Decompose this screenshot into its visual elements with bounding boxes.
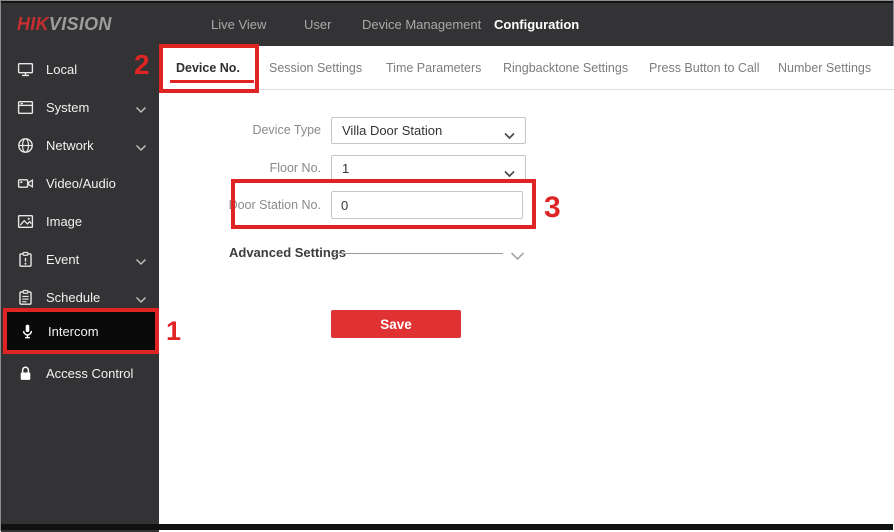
tab-time-parameters[interactable]: Time Parameters (386, 46, 481, 89)
door-station-no-input[interactable] (331, 191, 523, 219)
sidebar-item-label: Event (46, 251, 80, 267)
sidebar-item-label: System (46, 99, 90, 115)
app-window: HIK VISION Live View User Device Manageme… (0, 0, 894, 532)
floor-no-label: Floor No. (269, 161, 321, 175)
top-bar: HIK VISION Live View User Device Manageme… (1, 1, 893, 46)
advanced-settings-divider (333, 253, 503, 254)
sidebar-item-system[interactable]: System (1, 88, 159, 126)
chevron-down-icon[interactable] (510, 248, 525, 260)
sidebar-item-label: Schedule (46, 289, 101, 305)
active-tab-indicator (170, 80, 254, 83)
sidebar-item-video-audio[interactable]: Video/Audio (1, 164, 159, 202)
logo-vision-text: VISION (48, 14, 112, 34)
main-content (159, 46, 894, 532)
chevron-down-icon[interactable] (135, 101, 147, 114)
sidebar-item-label: Intercom (48, 323, 99, 339)
device-type-label: Device Type (252, 123, 321, 137)
sidebar-item-label: Local (46, 61, 78, 77)
event-clipboard-icon (17, 251, 34, 268)
floor-no-value: 1 (342, 161, 350, 176)
advanced-settings-label[interactable]: Advanced Settings (229, 245, 346, 260)
padlock-icon (17, 365, 34, 382)
sidebar-item-local[interactable]: Local (1, 50, 159, 88)
image-icon (17, 213, 34, 230)
chevron-down-icon[interactable] (135, 291, 147, 304)
sidebar-item-label: Access Control (46, 365, 134, 381)
schedule-clipboard-icon (17, 289, 34, 306)
logo-hik-text: HIK (17, 14, 49, 34)
video-camera-icon (17, 175, 34, 192)
sidebar-item-access-control[interactable]: Access Control (1, 354, 159, 392)
tab-session-settings[interactable]: Session Settings (269, 46, 362, 89)
sidebar-item-event[interactable]: Event (1, 240, 159, 278)
bottom-border-strip (1, 524, 893, 530)
sidebar-item-label: Image (46, 213, 83, 229)
tab-bar: Device No. Session Settings Time Paramet… (159, 46, 894, 90)
nav-user[interactable]: User (304, 3, 331, 46)
chevron-down-icon (504, 127, 515, 139)
chevron-down-icon (504, 165, 515, 177)
floor-no-select[interactable]: 1 (331, 155, 526, 182)
sidebar-item-image[interactable]: Image (1, 202, 159, 240)
hikvision-logo: HIK VISION (17, 3, 112, 46)
nav-live-view[interactable]: Live View (211, 3, 266, 46)
save-button[interactable]: Save (331, 310, 461, 338)
monitor-icon (17, 61, 34, 78)
sidebar-item-label: Network (46, 137, 94, 153)
chevron-down-icon[interactable] (135, 253, 147, 266)
sidebar-item-intercom[interactable]: Intercom (3, 308, 159, 354)
nav-configuration[interactable]: Configuration (494, 3, 579, 46)
sidebar: Local System Network Video/Audio Image E… (1, 46, 159, 532)
door-station-no-label: Door Station No. (228, 198, 321, 212)
tab-ringbacktone-settings[interactable]: Ringbacktone Settings (503, 46, 628, 89)
globe-icon (17, 137, 34, 154)
nav-device-management[interactable]: Device Management (362, 3, 481, 46)
device-type-value: Villa Door Station (342, 123, 443, 138)
chevron-down-icon[interactable] (135, 139, 147, 152)
system-window-icon (17, 99, 34, 116)
sidebar-item-network[interactable]: Network (1, 126, 159, 164)
tab-press-button-to-call[interactable]: Press Button to Call (649, 46, 759, 89)
tab-number-settings[interactable]: Number Settings (778, 46, 871, 89)
microphone-icon (19, 323, 36, 340)
sidebar-item-label: Video/Audio (46, 175, 116, 191)
device-type-select[interactable]: Villa Door Station (331, 117, 526, 144)
